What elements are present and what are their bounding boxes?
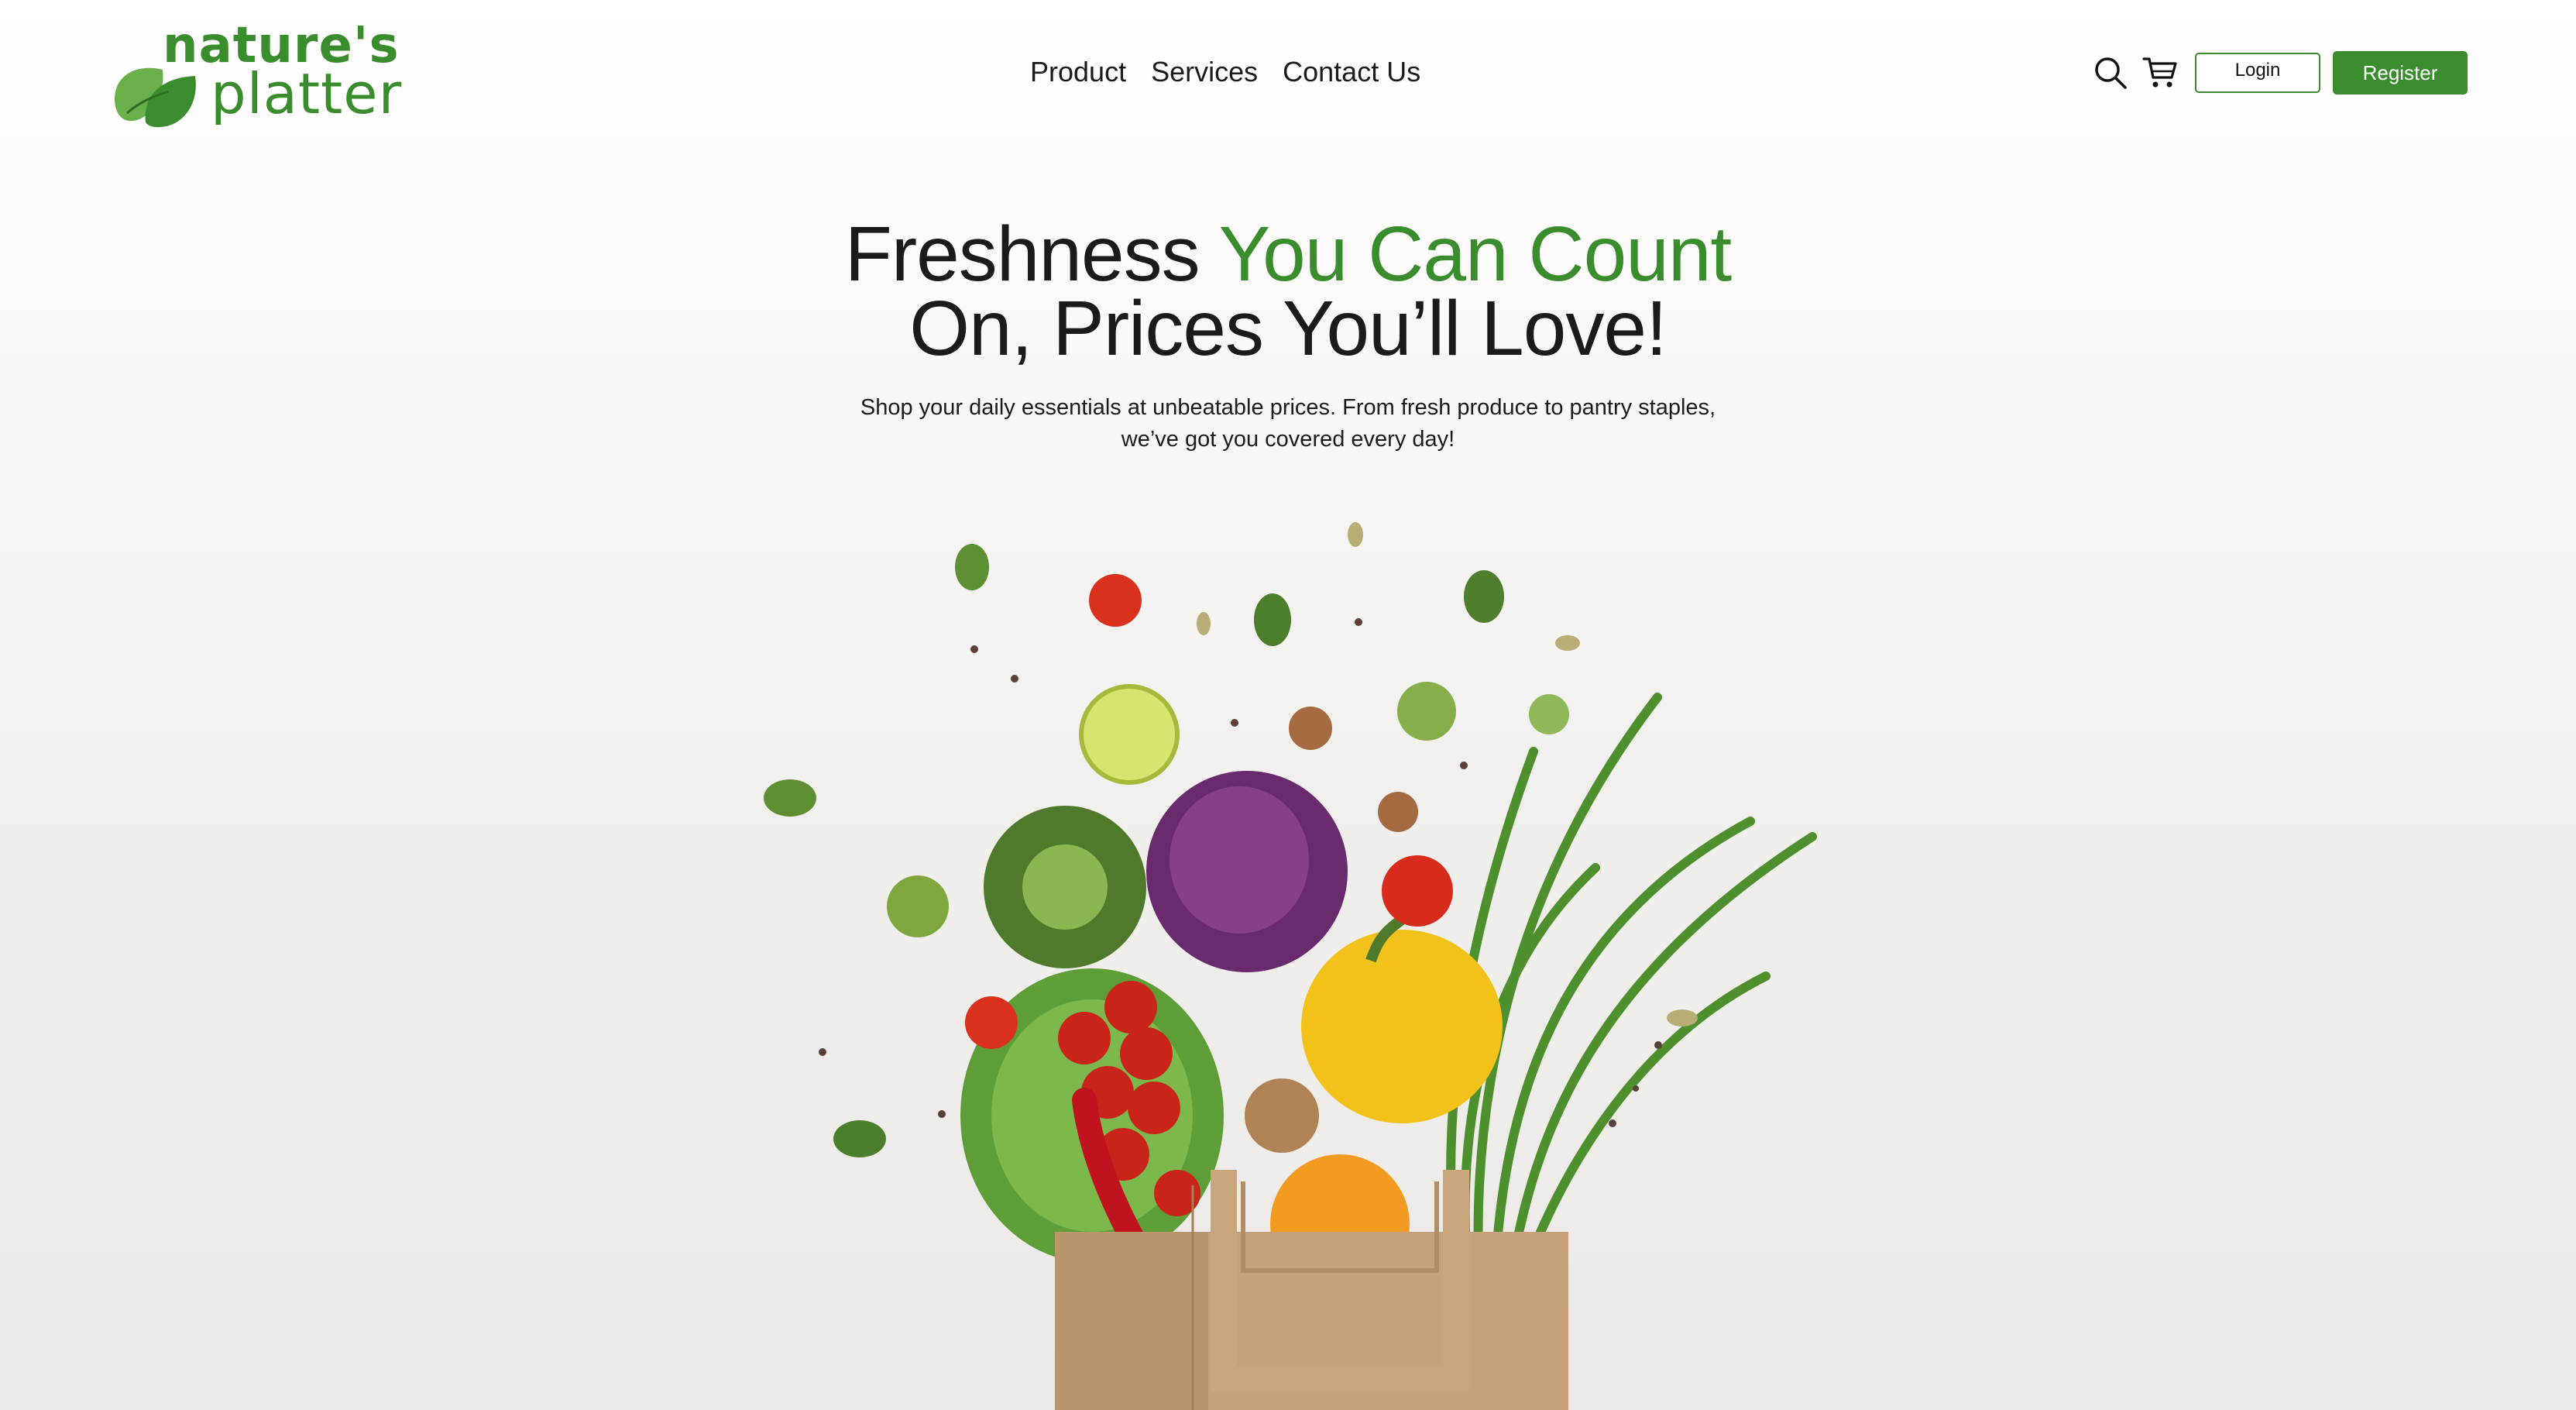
hero-subtext-line1: Shop your daily essentials at unbeatable… [860,395,1716,420]
spinach-leaf-3 [1464,570,1504,623]
brussels-sprout [887,875,949,937]
walnut [1245,1078,1319,1153]
tomato-half-2 [965,996,1018,1049]
spinach-leaf-2 [1254,593,1291,646]
lime-slice [1079,684,1180,785]
tomato-half [1089,574,1142,627]
hero-subtext: Shop your daily essentials at unbeatable… [831,392,1745,456]
cart-button[interactable] [2141,53,2179,92]
headline-part2: On, Prices You’ll Love! [909,285,1668,372]
spinach-leaf-5 [833,1120,886,1157]
register-button[interactable]: Register [2333,51,2468,95]
brand-name-line2: platter [211,61,403,126]
nav-product[interactable]: Product [1030,56,1126,88]
nav-contact-us[interactable]: Contact Us [1283,56,1420,88]
hero-subtext-line2: we’ve got you covered every day! [1121,427,1455,452]
brand-wordmark: nature's platter [163,21,403,126]
site-header: nature's platter Product Services Contac… [0,0,2576,155]
header-actions: Login Register [2091,51,2468,95]
grocery-bag-illustration [764,522,1817,1410]
search-button[interactable] [2091,53,2130,92]
hero-section: Freshness You Can Count On, Prices You’l… [0,215,2576,456]
tomato [1382,855,1453,927]
brussels-sprout-2 [1397,682,1456,741]
hazelnut [1289,707,1332,750]
brussels-sprout-3 [1529,694,1569,734]
main-nav: Product Services Contact Us [1030,56,1420,88]
cart-icon [2142,57,2177,88]
yellow-bell-pepper [1301,930,1503,1123]
green-onion-stalks [1446,693,1817,1283]
hero-headline: Freshness You Can Count On, Prices You’l… [0,215,2576,367]
nav-services[interactable]: Services [1151,56,1258,88]
login-button[interactable]: Login [2195,53,2320,93]
search-icon [2095,57,2127,89]
hazelnut-2 [1378,792,1418,832]
spinach-leaf [955,544,989,590]
brand-logo[interactable]: nature's platter [108,21,401,130]
spinach-leaf-4 [764,779,816,817]
